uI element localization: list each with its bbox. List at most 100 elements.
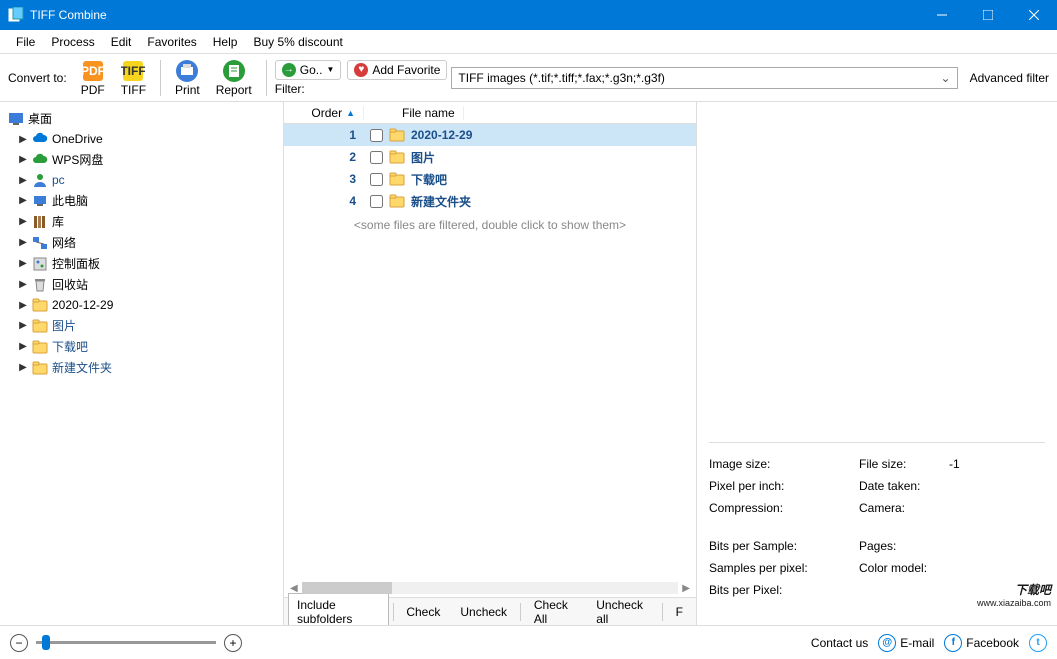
list-row[interactable]: 3下载吧 <box>284 168 696 190</box>
report-button[interactable]: Report <box>210 57 258 99</box>
minimize-button[interactable] <box>919 0 965 30</box>
expand-arrow-icon[interactable]: ▶ <box>18 362 28 373</box>
properties-panel: Image size:File size:-1 Pixel per inch:D… <box>697 102 1057 625</box>
menu-process[interactable]: Process <box>43 32 102 52</box>
maximize-button[interactable] <box>965 0 1011 30</box>
expand-arrow-icon[interactable]: ▶ <box>18 341 28 352</box>
list-button-bar: Include subfolders Check Uncheck Check A… <box>284 597 696 625</box>
lib-icon <box>32 214 48 230</box>
uncheck-all-button[interactable]: Uncheck all <box>587 593 658 626</box>
filter-dropdown[interactable]: TIFF images (*.tif;*.tiff;*.fax;*.g3n;*.… <box>451 67 957 89</box>
chevron-down-icon: ▼ <box>326 65 334 74</box>
check-button[interactable]: Check <box>397 600 449 624</box>
facebook-link[interactable]: fFacebook <box>944 634 1019 652</box>
list-row[interactable]: 4新建文件夹 <box>284 190 696 212</box>
contact-us-link[interactable]: Contact us <box>811 636 868 650</box>
tree-item[interactable]: ▶控制面板 <box>4 253 279 274</box>
list-header: Order▲ File name <box>284 102 696 124</box>
row-checkbox[interactable] <box>370 173 383 186</box>
tree-item[interactable]: ▶ 此电脑 <box>4 190 279 211</box>
menu-file[interactable]: File <box>8 32 43 52</box>
list-row[interactable]: 12020-12-29 <box>284 124 696 146</box>
advanced-filter-link[interactable]: Advanced filter <box>970 71 1049 85</box>
expand-arrow-icon[interactable]: ▶ <box>18 320 28 331</box>
column-order[interactable]: Order▲ <box>284 106 364 120</box>
heart-icon: ♥ <box>354 63 368 77</box>
menu-edit[interactable]: Edit <box>103 32 140 52</box>
go-button[interactable]: →Go..▼ <box>275 60 342 80</box>
menu-favorites[interactable]: Favorites <box>139 32 204 52</box>
expand-arrow-icon[interactable]: ▶ <box>18 154 28 165</box>
tree-item-label: WPS网盘 <box>52 151 103 168</box>
expand-arrow-icon[interactable]: ▶ <box>18 175 28 186</box>
menubar: File Process Edit Favorites Help Buy 5% … <box>0 30 1057 54</box>
expand-arrow-icon[interactable]: ▶ <box>18 216 28 227</box>
menu-help[interactable]: Help <box>205 32 246 52</box>
row-order: 2 <box>284 150 364 164</box>
expand-arrow-icon[interactable]: ▶ <box>18 237 28 248</box>
tree-item[interactable]: ▶下载吧 <box>4 336 279 357</box>
column-filename[interactable]: File name <box>394 106 464 120</box>
twitter-icon[interactable]: t <box>1029 634 1047 652</box>
include-subfolders-button[interactable]: Include subfolders <box>288 593 389 626</box>
tree-item[interactable]: ▶ 2020-12-29 <box>4 295 279 315</box>
zoom-in-button[interactable]: + <box>224 634 242 652</box>
f-button[interactable]: F <box>667 600 692 624</box>
tree-item[interactable]: ▶图片 <box>4 315 279 336</box>
list-row[interactable]: 2图片 <box>284 146 696 168</box>
user-icon <box>32 172 48 188</box>
toolbar: Convert to: PDF PDF TIFF TIFF Print Repo… <box>0 54 1057 102</box>
tree-item-label: 此电脑 <box>52 192 88 209</box>
tree-root-desktop[interactable]: 桌面 <box>4 108 279 129</box>
tree-item[interactable]: ▶ WPS网盘 <box>4 149 279 170</box>
expand-arrow-icon[interactable]: ▶ <box>18 258 28 269</box>
close-button[interactable] <box>1011 0 1057 30</box>
zoom-out-button[interactable]: − <box>10 634 28 652</box>
check-all-button[interactable]: Check All <box>525 593 585 626</box>
print-button[interactable]: Print <box>169 57 206 99</box>
tree-item[interactable]: ▶pc <box>4 170 279 190</box>
tree-item[interactable]: ▶新建文件夹 <box>4 357 279 378</box>
zoom-slider-knob[interactable] <box>42 635 50 650</box>
svg-text:PDF: PDF <box>81 64 105 78</box>
uncheck-button[interactable]: Uncheck <box>451 600 516 624</box>
facebook-icon: f <box>944 634 962 652</box>
tree-item[interactable]: ▶ 网络 <box>4 232 279 253</box>
print-icon <box>175 59 199 83</box>
folder-icon <box>389 149 405 165</box>
scroll-right-icon[interactable]: ▶ <box>682 583 690 594</box>
tree-item[interactable]: ▶回收站 <box>4 274 279 295</box>
tree-item-label: 2020-12-29 <box>52 298 113 312</box>
meta-file-size-label: File size: <box>859 457 949 471</box>
menu-buy-discount[interactable]: Buy 5% discount <box>245 32 350 52</box>
separator <box>266 60 267 96</box>
bin-icon <box>32 277 48 293</box>
row-checkbox[interactable] <box>370 195 383 208</box>
row-checkbox[interactable] <box>370 129 383 142</box>
tree-item[interactable]: ▶库 <box>4 211 279 232</box>
metadata: Image size:File size:-1 Pixel per inch:D… <box>709 442 1045 617</box>
convert-tiff-button[interactable]: TIFF TIFF <box>115 57 152 99</box>
meta-date-taken-label: Date taken: <box>859 479 949 493</box>
expand-arrow-icon[interactable]: ▶ <box>18 279 28 290</box>
tree-item[interactable]: ▶OneDrive <box>4 129 279 149</box>
tree-item-label: 库 <box>52 213 64 230</box>
list-body[interactable]: 12020-12-292图片3下载吧4新建文件夹<some files are … <box>284 124 696 579</box>
row-order: 1 <box>284 128 364 142</box>
add-favorite-button[interactable]: ♥Add Favorite <box>347 60 447 80</box>
folder-tree[interactable]: 桌面 ▶OneDrive▶WPS网盘▶pc▶此电脑▶库▶网络▶控制面板▶回收站▶… <box>0 102 284 625</box>
expand-arrow-icon[interactable]: ▶ <box>18 195 28 206</box>
email-link[interactable]: @E-mail <box>878 634 934 652</box>
scrollbar-thumb[interactable] <box>302 582 392 594</box>
tree-item-label: 网络 <box>52 234 76 251</box>
cpanel-icon <box>32 256 48 272</box>
row-checkbox[interactable] <box>370 151 383 164</box>
tiff-icon: TIFF <box>121 59 145 83</box>
meta-file-size-value: -1 <box>949 457 960 471</box>
filtered-files-message[interactable]: <some files are filtered, double click t… <box>284 212 696 238</box>
svg-text:TIFF: TIFF <box>121 64 145 78</box>
expand-arrow-icon[interactable]: ▶ <box>18 134 28 145</box>
expand-arrow-icon[interactable]: ▶ <box>18 300 28 311</box>
convert-pdf-button[interactable]: PDF PDF <box>75 57 111 99</box>
zoom-slider[interactable] <box>36 641 216 644</box>
